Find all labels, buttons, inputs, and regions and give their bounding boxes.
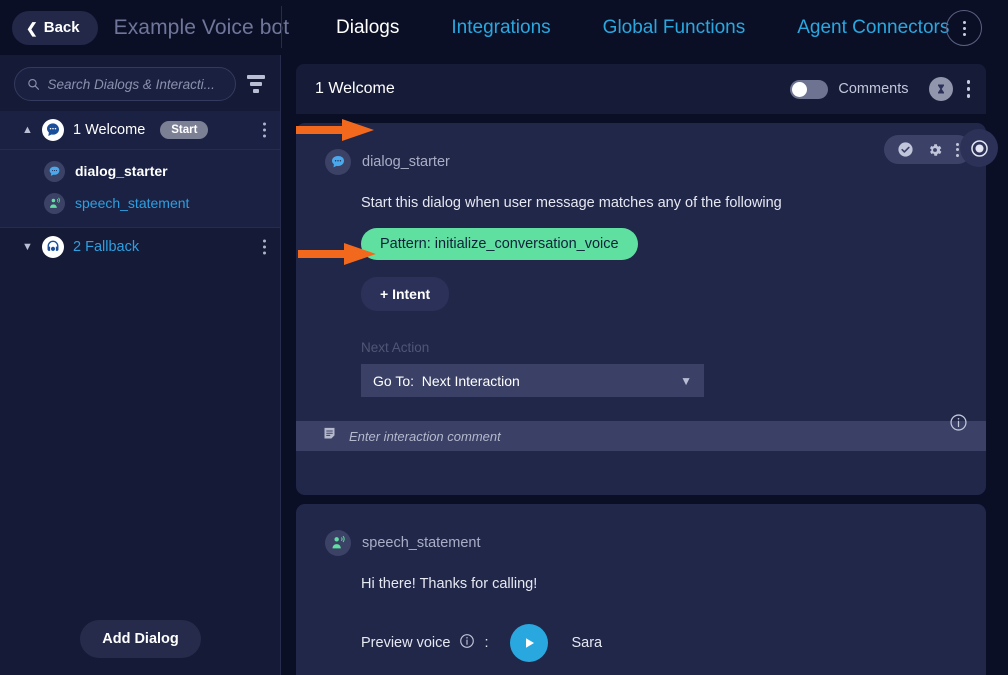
card-dialog-starter: dialog_starter Start this dialog when us… (296, 123, 986, 495)
goto-label: Go To: (373, 372, 414, 389)
sidebar-item-welcome-label: 1 Welcome (73, 122, 146, 138)
card-body: Start this dialog when user message matc… (296, 175, 986, 397)
card-instruction-text: Start this dialog when user message matc… (361, 195, 782, 211)
card-title-row: dialog_starter (296, 123, 986, 175)
goto-value: Next Interaction (421, 372, 520, 389)
card-node-name: dialog_starter (362, 154, 450, 170)
check-circle-icon[interactable] (897, 141, 914, 158)
dialog-group-fallback: ▼ 2 Fallback (0, 228, 280, 266)
sidebar-item-fallback[interactable]: ▼ 2 Fallback (0, 228, 280, 266)
sidebar-item-dialog-starter[interactable]: dialog_starter (0, 155, 280, 187)
speech-text: Hi there! Thanks for calling! (361, 576, 538, 592)
dialogs-sidebar: ▲ 1 Welcome Start dialog_starter (0, 55, 281, 675)
bot-title: Example Voice bot (113, 15, 290, 39)
sidebar-welcome-children: dialog_starter speech_statement (0, 149, 280, 227)
tab-global-functions[interactable]: Global Functions (577, 0, 772, 55)
sidebar-fallback-kebab-menu-icon[interactable] (263, 239, 266, 255)
filter-funnel-icon[interactable] (246, 75, 266, 93)
support-headset-icon[interactable] (960, 129, 998, 167)
speech-person-icon (44, 192, 65, 214)
status-badge-start: Start (160, 121, 209, 139)
info-circle-icon[interactable] (459, 633, 475, 654)
preview-colon: : (484, 635, 489, 651)
main-content: 1 Welcome Comments dialog_starter Start … (281, 55, 1008, 675)
dialog-group-welcome: ▲ 1 Welcome Start dialog_starter speech_… (0, 111, 280, 227)
interaction-comment-bar[interactable]: Enter interaction comment (296, 421, 986, 451)
interaction-overflow-kebab-menu-icon[interactable] (966, 80, 970, 98)
search-icon (28, 78, 40, 90)
headset-avatar-icon (42, 236, 64, 258)
back-button-label: Back (43, 19, 80, 36)
page-title: 1 Welcome (315, 80, 395, 97)
sidebar-item-dialog-starter-label: dialog_starter (75, 163, 168, 179)
add-intent-button[interactable]: + Intent (361, 277, 450, 311)
chevron-left-icon: ❮ (26, 19, 38, 36)
topbar-overflow-kebab-menu-icon[interactable] (946, 10, 982, 46)
tab-agent-connectors[interactable]: Agent Connectors (771, 0, 975, 55)
comments-toggle[interactable] (790, 79, 829, 99)
search-input[interactable] (47, 76, 223, 92)
top-bar: ❮ Back Example Voice bot Dialogs Integra… (0, 0, 1008, 55)
chevron-down-icon[interactable]: ▼ (22, 241, 33, 253)
card-icon-toolbar (884, 135, 972, 164)
play-icon[interactable] (510, 624, 549, 662)
info-circle-icon[interactable] (949, 413, 968, 437)
interaction-comment-placeholder: Enter interaction comment (349, 428, 501, 444)
toggle-knob (792, 81, 808, 97)
chevron-down-icon: ▼ (680, 373, 692, 388)
tab-integrations[interactable]: Integrations (425, 0, 576, 55)
add-dialog-button[interactable]: Add Dialog (80, 620, 201, 658)
sidebar-welcome-kebab-menu-icon[interactable] (263, 122, 266, 138)
search-box[interactable] (14, 67, 236, 101)
goto-select[interactable]: Go To: Next Interaction ▼ (361, 364, 704, 397)
gear-icon[interactable] (927, 142, 943, 158)
interaction-header: 1 Welcome Comments (296, 64, 986, 114)
card-speech-statement: speech_statement Hi there! Thanks for ca… (296, 504, 986, 675)
sidebar-item-welcome[interactable]: ▲ 1 Welcome Start (0, 111, 280, 149)
comments-label: Comments (838, 81, 909, 97)
next-action-label: Next Action (361, 340, 430, 355)
pattern-pill[interactable]: Pattern: initialize_conversation_voice (361, 228, 638, 260)
sidebar-item-speech-statement-label: speech_statement (75, 195, 190, 211)
back-button[interactable]: ❮ Back (12, 10, 98, 45)
add-dialog-wrap: Add Dialog (0, 603, 281, 675)
preview-voice-label: Preview voice (361, 635, 451, 651)
hourglass-icon[interactable] (928, 77, 953, 101)
tab-dialogs[interactable]: Dialogs (310, 0, 425, 55)
chat-bubble-icon (325, 149, 351, 175)
main-tabs: Dialogs Integrations Global Functions Ag… (310, 0, 975, 55)
card-body: Hi there! Thanks for calling! Preview vo… (296, 556, 986, 662)
card-node-name: speech_statement (362, 535, 481, 551)
preview-voice-row: Preview voice : Sara (361, 592, 986, 662)
sidebar-item-fallback-label: 2 Fallback (73, 239, 140, 255)
note-icon (322, 426, 337, 446)
voice-name: Sara (571, 635, 603, 651)
card-title-row: speech_statement (296, 504, 986, 556)
sidebar-search-row (0, 55, 280, 111)
chat-bubble-icon (44, 160, 65, 182)
topbar-divider (281, 6, 282, 48)
card-kebab-menu-icon[interactable] (956, 142, 959, 157)
chat-bot-avatar-icon (42, 119, 64, 141)
speech-person-icon (325, 530, 351, 556)
chevron-up-icon[interactable]: ▲ (22, 124, 33, 136)
sidebar-item-speech-statement[interactable]: speech_statement (0, 187, 280, 219)
